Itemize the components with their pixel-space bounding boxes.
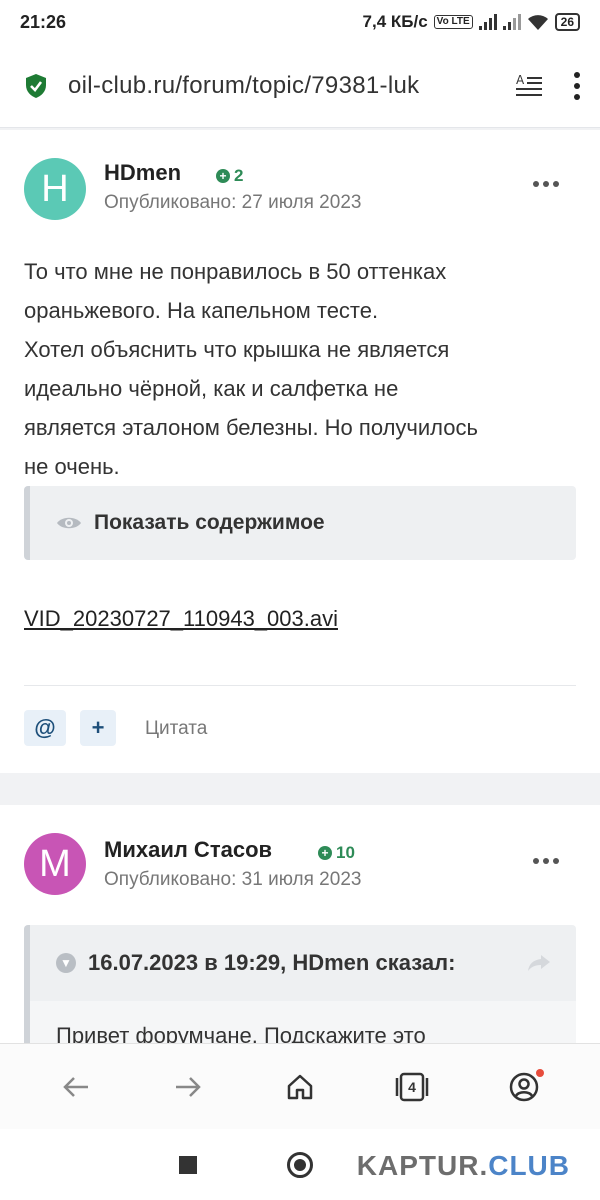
post-content: То что мне не понравилось в 50 оттенках … bbox=[24, 252, 574, 486]
share-arrow-icon[interactable] bbox=[526, 953, 552, 973]
url-text[interactable]: oil-club.ru/forum/topic/79381-luk bbox=[68, 72, 498, 100]
quote-block: ▼ 16.07.2023 в 19:29, HDmen сказал: Прив… bbox=[24, 925, 576, 1045]
post-line: не очень. bbox=[24, 454, 120, 479]
watermark-part1: KAPTUR. bbox=[356, 1150, 489, 1181]
divider bbox=[24, 685, 576, 686]
post-date[interactable]: Опубликовано: 31 июля 2023 bbox=[104, 869, 361, 891]
mention-button[interactable]: @ bbox=[24, 710, 66, 746]
reputation-value: 2 bbox=[234, 166, 244, 185]
post-options-icon[interactable] bbox=[533, 181, 559, 187]
back-button[interactable] bbox=[56, 1067, 96, 1107]
reader-mode-icon[interactable]: A bbox=[514, 73, 544, 99]
post-line: идеально чёрной, как и салфетка не bbox=[24, 376, 399, 401]
recents-button[interactable] bbox=[179, 1155, 197, 1174]
post-line: является эталоном белезны. Но получилось bbox=[24, 415, 478, 440]
plus-circle-icon: + bbox=[318, 846, 332, 860]
quote-header[interactable]: ▼ 16.07.2023 в 19:29, HDmen сказал: bbox=[30, 925, 576, 1001]
post-author[interactable]: Михаил Стасов bbox=[104, 837, 272, 863]
plus-circle-icon: + bbox=[216, 169, 230, 183]
forum-post: M Михаил Стасов + 10 Опубликовано: 31 ию… bbox=[0, 805, 600, 1045]
profile-button[interactable] bbox=[504, 1067, 544, 1107]
battery-icon: 26 bbox=[554, 13, 580, 31]
avatar[interactable]: M bbox=[24, 833, 86, 895]
status-bar: 21:26 7,4 КБ/с Vo LTE 26 bbox=[0, 0, 600, 44]
post-line: Хотел объяснить что крышка не является bbox=[24, 337, 450, 362]
home-icon bbox=[287, 1074, 313, 1099]
post-options-icon[interactable] bbox=[533, 858, 559, 864]
forward-button[interactable] bbox=[168, 1067, 208, 1107]
reputation-badge: + 10 bbox=[318, 843, 355, 863]
status-time: 21:26 bbox=[20, 11, 67, 32]
quote-text: Привет форумчане. Подскажите это bbox=[56, 1023, 426, 1045]
status-indicators: 7,4 КБ/с Vo LTE 26 bbox=[363, 12, 580, 32]
arrow-left-icon bbox=[63, 1076, 88, 1097]
shield-check-icon bbox=[26, 73, 46, 98]
attachment-link[interactable]: VID_20230727_110943_003.avi bbox=[24, 606, 338, 632]
avatar[interactable]: H bbox=[24, 158, 86, 220]
spoiler-toggle[interactable]: Показать содержимое bbox=[24, 486, 576, 560]
spoiler-label: Показать содержимое bbox=[94, 511, 325, 534]
watermark: KAPTUR.CLUB bbox=[357, 1150, 570, 1182]
quote-citation: 16.07.2023 в 19:29, HDmen сказал: bbox=[88, 950, 456, 975]
chevron-down-icon: ▼ bbox=[56, 953, 76, 973]
tabs-button[interactable]: 4 bbox=[392, 1067, 432, 1107]
post-line: ораньжевого. На капельном тесте. bbox=[24, 298, 379, 323]
watermark-part2: CLUB bbox=[488, 1150, 570, 1181]
svg-text:A: A bbox=[516, 73, 525, 87]
wifi-icon bbox=[527, 15, 548, 30]
profile-icon bbox=[509, 1072, 539, 1101]
reputation-badge: + 2 bbox=[216, 166, 243, 186]
multiquote-button[interactable]: + bbox=[80, 710, 116, 746]
post-date[interactable]: Опубликовано: 27 июля 2023 bbox=[104, 192, 361, 214]
forum-post: H HDmen + 2 Опубликовано: 27 июля 2023 Т… bbox=[0, 130, 600, 773]
signal-icon bbox=[478, 14, 497, 30]
volte-icon: Vo LTE bbox=[433, 15, 473, 29]
signal-icon-2 bbox=[502, 14, 521, 30]
arrow-right-icon bbox=[176, 1076, 201, 1097]
post-line: То что мне не понравилось в 50 оттенках bbox=[24, 259, 447, 284]
tabs-count: 4 bbox=[408, 1078, 416, 1095]
reputation-value: 10 bbox=[336, 843, 355, 862]
network-speed: 7,4 КБ/с bbox=[362, 12, 428, 31]
browser-toolbar: 4 bbox=[0, 1043, 600, 1129]
eye-icon bbox=[57, 517, 81, 529]
home-button[interactable] bbox=[280, 1067, 320, 1107]
post-author[interactable]: HDmen bbox=[104, 160, 181, 186]
quote-button[interactable]: Цитата bbox=[145, 718, 207, 740]
more-menu-icon[interactable] bbox=[574, 71, 580, 100]
system-home-button[interactable] bbox=[287, 1151, 313, 1178]
notification-dot bbox=[536, 1068, 544, 1077]
address-bar[interactable]: oil-club.ru/forum/topic/79381-luk A bbox=[0, 44, 600, 128]
